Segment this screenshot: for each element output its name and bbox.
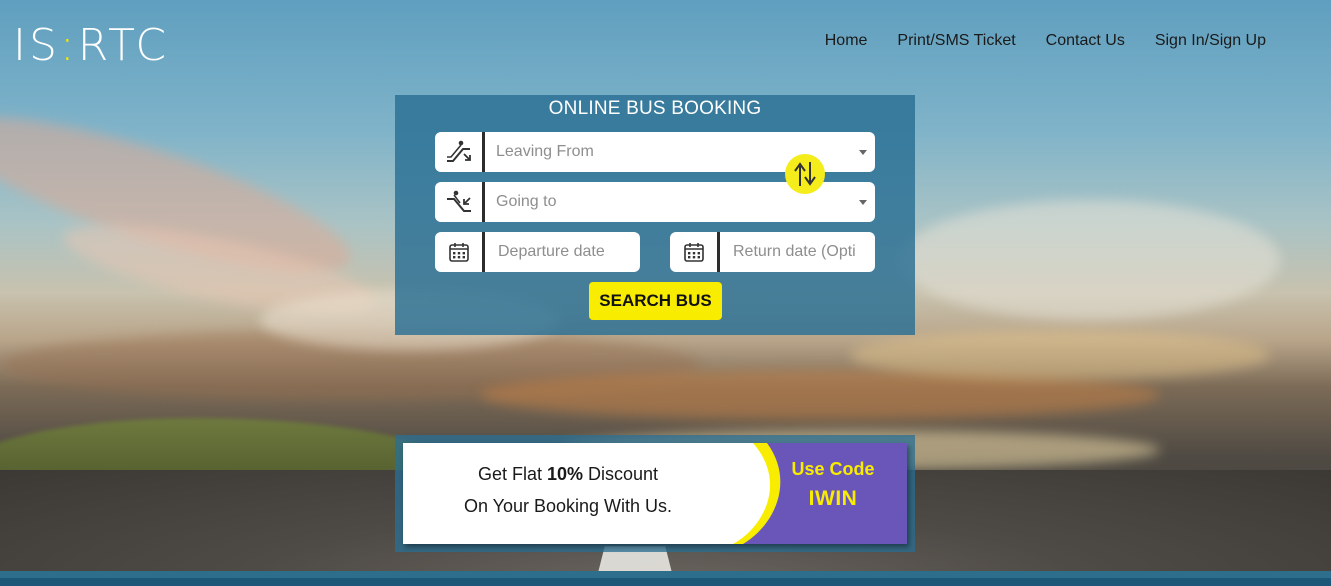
chevron-down-icon xyxy=(859,200,867,205)
nav-home[interactable]: Home xyxy=(825,32,868,50)
logo-dots: : xyxy=(59,20,78,71)
escalator-up-icon xyxy=(435,132,485,172)
search-bus-button[interactable]: SEARCH BUS xyxy=(589,282,722,320)
return-date-placeholder: Return date (Opti xyxy=(733,243,856,260)
top-nav: Home Print/SMS Ticket Contact Us Sign In… xyxy=(825,32,1266,50)
leaving-from-placeholder: Leaving From xyxy=(496,143,594,160)
departure-date-placeholder: Departure date xyxy=(498,243,605,260)
going-to-placeholder: Going to xyxy=(496,193,557,210)
booking-panel: ONLINE BUS BOOKING Leaving From Going to xyxy=(395,95,915,335)
chevron-down-icon xyxy=(859,150,867,155)
nav-sign-in-sign-up[interactable]: Sign In/Sign Up xyxy=(1155,32,1266,50)
logo-text-a: IS xyxy=(13,20,60,71)
swap-arrows-icon[interactable] xyxy=(785,154,825,194)
brand-logo[interactable]: IS:RTC xyxy=(13,24,169,68)
departure-date-field[interactable]: Departure date xyxy=(435,232,640,272)
nav-print-sms-ticket[interactable]: Print/SMS Ticket xyxy=(897,32,1015,50)
promo-code: IWIN xyxy=(808,487,858,510)
promo-subtext: On Your Booking With Us. xyxy=(463,496,673,516)
nav-contact-us[interactable]: Contact Us xyxy=(1046,32,1125,50)
promo-discount-text: Get Flat 10% Discount xyxy=(477,464,659,484)
promo-banner: Get Flat 10% Discount On Your Booking Wi… xyxy=(395,435,915,552)
return-date-field[interactable]: Return date (Opti xyxy=(670,232,875,272)
booking-title: ONLINE BUS BOOKING xyxy=(548,98,762,119)
calendar-icon xyxy=(435,232,485,272)
promo-code-label: Use Code xyxy=(791,459,875,479)
calendar-icon xyxy=(670,232,720,272)
promo-card[interactable]: Get Flat 10% Discount On Your Booking Wi… xyxy=(403,443,907,544)
logo-text-b: RTC xyxy=(77,20,170,71)
escalator-down-icon xyxy=(435,182,485,222)
